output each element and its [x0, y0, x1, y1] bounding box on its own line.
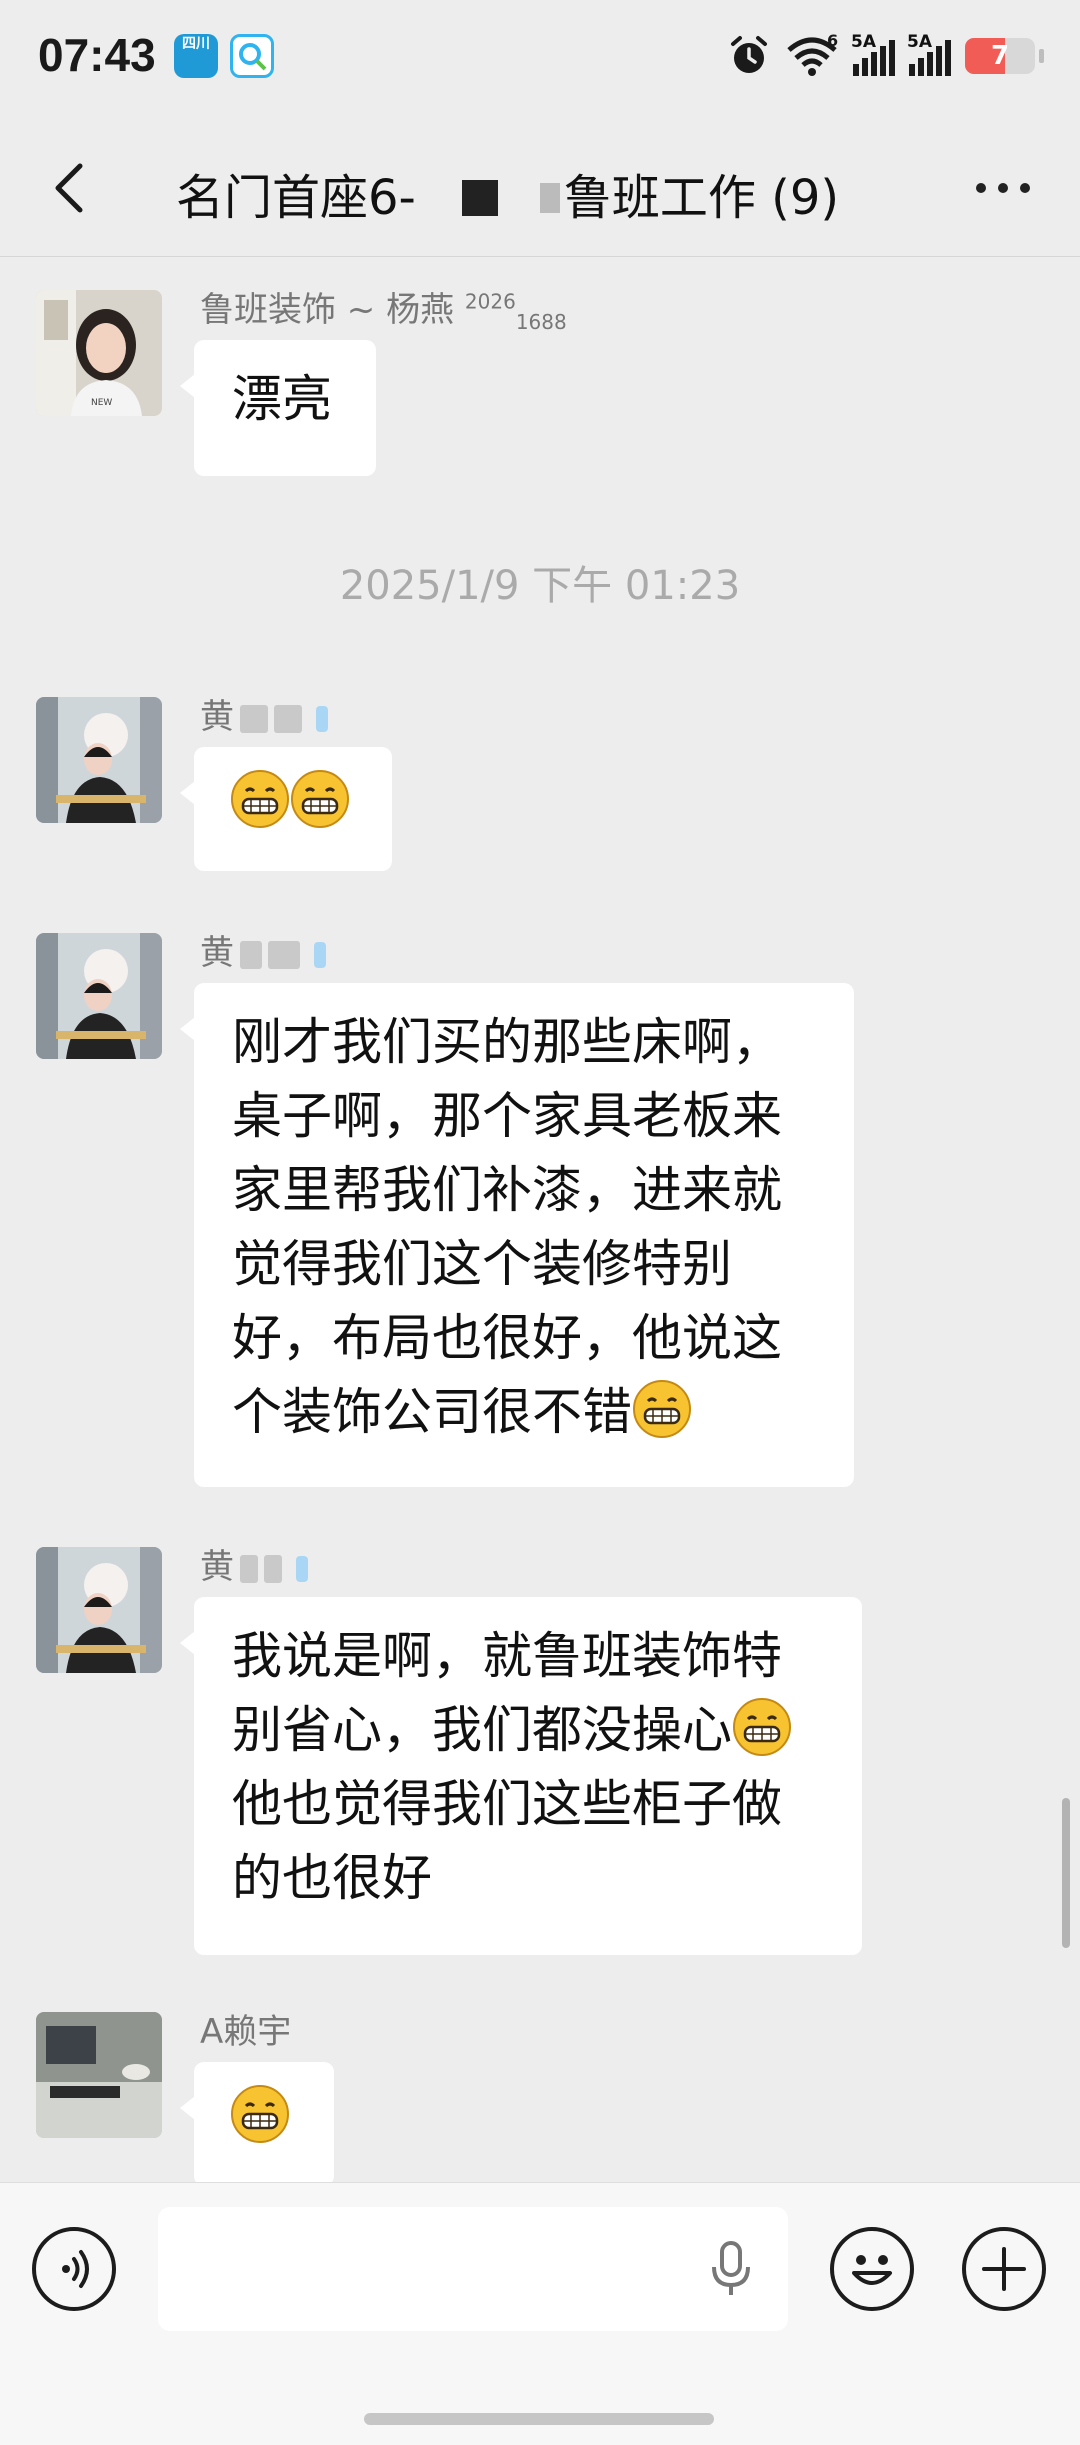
grinning-emoji-icon	[231, 2085, 289, 2143]
member-count: (9)	[771, 170, 840, 226]
svg-text:6: 6	[827, 34, 838, 50]
status-icons: 6 5A 5A 7	[727, 30, 1044, 82]
message-line: 家里帮我们补漆，进来就	[232, 1161, 782, 1219]
plus-icon	[982, 2247, 1026, 2291]
title-part1: 名门首座6-	[176, 170, 416, 226]
mic-icon[interactable]	[706, 2241, 756, 2297]
chat-header: 名门首座6- 鲁班工作 (9)	[0, 120, 1080, 257]
message-line: 刚才我们买的那些床啊，	[232, 1013, 782, 1071]
avatar[interactable]	[36, 1547, 162, 1673]
grinning-emoji-icon	[291, 770, 349, 828]
voice-icon	[62, 2250, 89, 2288]
grinning-emoji-icon	[231, 770, 289, 828]
message-line: 我说是啊，就鲁班装饰特	[232, 1627, 782, 1685]
message-bubble[interactable]: 我说是啊，就鲁班装饰特 别省心，我们都没操心 他也觉得我们这些柜子做 的也很好	[180, 1597, 862, 1955]
sender-name: 鲁班装饰 ~ 杨燕 20261688	[200, 289, 567, 334]
avatar[interactable]: NEW	[36, 290, 162, 416]
alarm-icon	[731, 36, 767, 73]
message-bubble[interactable]	[180, 747, 392, 871]
grinning-emoji-icon	[633, 1380, 691, 1438]
wifi-icon: 6	[787, 34, 838, 76]
scrollbar[interactable]	[1062, 1798, 1070, 1948]
sender-name: 黄	[200, 1539, 308, 1588]
app-notification-icon-2	[230, 34, 274, 78]
voice-button[interactable]	[32, 2227, 116, 2311]
message-timestamp: 2025/1/9 下午 01:23	[339, 563, 741, 609]
chat-message-list[interactable]: NEW 鲁班装饰 ~ 杨燕 20261688 漂亮 2025/1/9 下午 01…	[0, 257, 1080, 2182]
message-text: 漂亮	[232, 370, 332, 428]
signal-icon: 5A	[851, 32, 895, 76]
app-notification-icon: 四川	[174, 34, 218, 78]
message-line: 觉得我们这个装修特别	[232, 1235, 732, 1293]
emoji-icon	[852, 2255, 892, 2285]
emoji-button[interactable]	[830, 2227, 914, 2311]
signal-icon: 5A	[907, 32, 951, 76]
message-line: 桌子啊，那个家具老板来	[232, 1087, 782, 1145]
message-bubble[interactable]	[180, 2062, 334, 2182]
avatar[interactable]	[36, 2012, 162, 2138]
chat-title[interactable]: 名门首座6- 鲁班工作 (9)	[176, 158, 839, 228]
title-part2: 鲁班工作	[563, 170, 756, 226]
status-bar: 07:43 四川 6 5A 5A 7	[0, 0, 1080, 110]
redacted-mask	[539, 183, 560, 213]
chevron-left-icon[interactable]	[44, 160, 100, 216]
grinning-emoji-icon	[733, 1698, 791, 1756]
message-line: 好，布局也很好，他说这	[232, 1309, 782, 1367]
message-input[interactable]	[158, 2207, 788, 2331]
avatar[interactable]	[36, 697, 162, 823]
message-line: 他也觉得我们这些柜子做	[232, 1775, 782, 1833]
sender-name: A赖宇	[200, 2012, 292, 2052]
message-line: 个装饰公司很不错	[232, 1383, 632, 1441]
battery-level: 7	[990, 41, 1010, 71]
home-indicator[interactable]	[364, 2413, 714, 2425]
message-line: 的也很好	[232, 1849, 432, 1907]
svg-text:NEW: NEW	[91, 398, 112, 408]
sender-name: 黄	[200, 925, 326, 974]
message-line: 别省心，我们都没操心	[232, 1701, 732, 1759]
more-icon[interactable]	[976, 168, 1040, 208]
sender-name: 黄	[200, 689, 328, 738]
battery-tip	[1039, 49, 1044, 63]
message-bubble[interactable]: 刚才我们买的那些床啊， 桌子啊，那个家具老板来 家里帮我们补漆，进来就 觉得我们…	[180, 983, 854, 1487]
plus-button[interactable]	[962, 2227, 1046, 2311]
status-time: 07:43	[38, 29, 156, 81]
app-badge-text: 四川	[182, 36, 210, 52]
input-bar	[0, 2182, 1080, 2445]
message-bubble[interactable]: 漂亮	[180, 340, 376, 476]
battery-icon: 7	[965, 38, 1035, 74]
avatar[interactable]	[36, 933, 162, 1059]
redacted-mask	[461, 180, 498, 216]
